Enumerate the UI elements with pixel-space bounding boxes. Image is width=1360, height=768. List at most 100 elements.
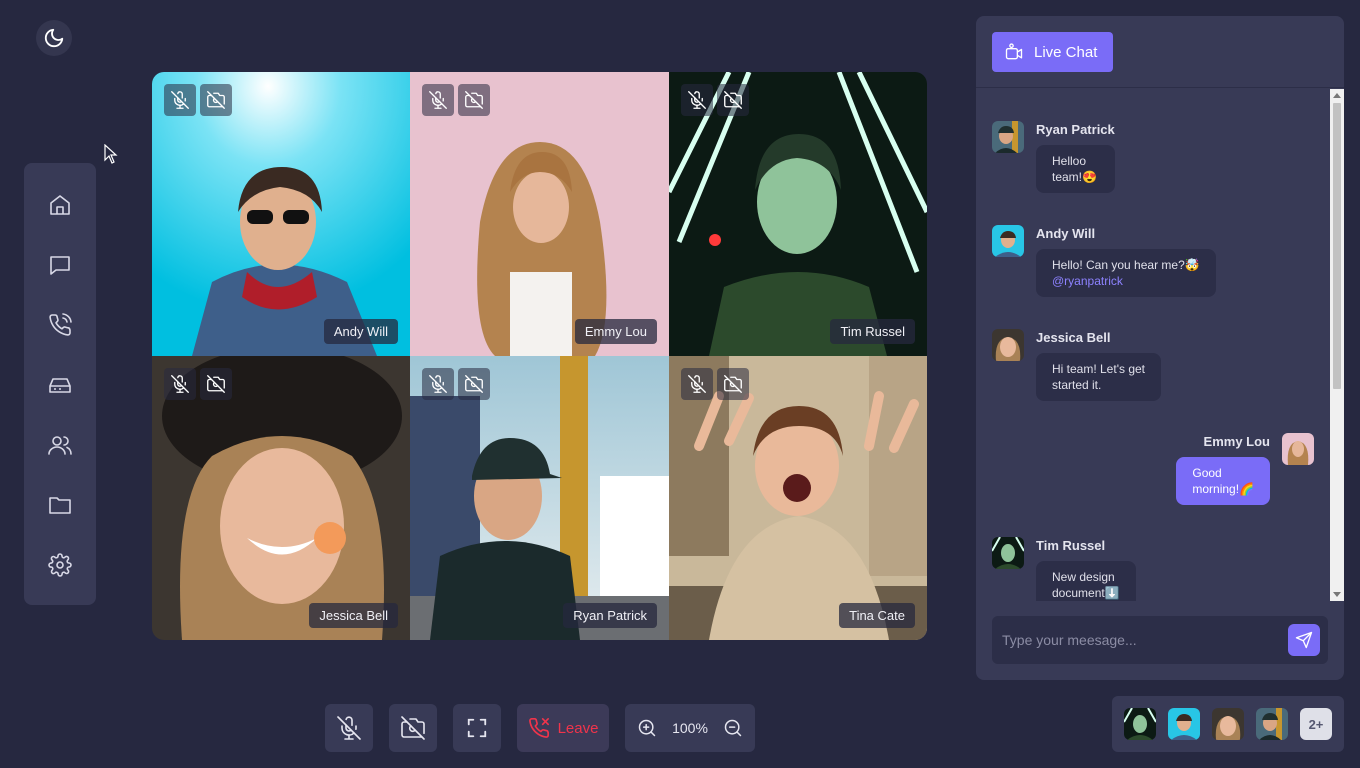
- camera-off-icon: [401, 716, 425, 740]
- video-tile-jessica-bell[interactable]: Jessica Bell: [152, 356, 410, 640]
- inbox-icon: [49, 377, 71, 393]
- fullscreen-button[interactable]: [453, 704, 501, 752]
- camera-off-icon: [465, 91, 483, 109]
- leave-label: Leave: [557, 719, 599, 737]
- zoom-out-button[interactable]: [723, 718, 743, 738]
- more-participants-badge[interactable]: 2+: [1300, 708, 1332, 740]
- mute-mic-button[interactable]: [164, 84, 196, 116]
- avatar: [992, 537, 1024, 569]
- camera-off-icon: [724, 91, 742, 109]
- video-tile-emmy-lou[interactable]: Emmy Lou: [410, 72, 669, 356]
- message-bubble: Hi team! Let's get started it.: [1036, 353, 1161, 401]
- avatar: [992, 329, 1024, 361]
- chat-scrollbar[interactable]: [1330, 89, 1344, 601]
- video-tile-ryan-patrick[interactable]: Ryan Patrick: [410, 356, 669, 640]
- chat-message: Andy Will Hello! Can you hear me?🤯 @ryan…: [992, 225, 1216, 297]
- theme-toggle-button[interactable]: [36, 20, 72, 56]
- chat-panel: Live Chat Ryan Patrick Helloo team!😍 And…: [976, 16, 1344, 680]
- video-tile-andy-will[interactable]: Andy Will: [152, 72, 410, 356]
- user-mention[interactable]: @ryanpatrick: [1052, 273, 1200, 289]
- chat-messages[interactable]: Ryan Patrick Helloo team!😍 Andy Will Hel…: [976, 89, 1344, 601]
- sidebar-item-storage[interactable]: [40, 365, 80, 404]
- avatar: [992, 225, 1024, 257]
- participants-strip: 2+: [1112, 696, 1344, 752]
- users-icon: [48, 435, 72, 455]
- zoom-out-icon: [724, 719, 742, 737]
- video-tile-tim-russel[interactable]: Tim Russel: [669, 72, 927, 356]
- participant-avatar[interactable]: [1212, 708, 1244, 740]
- camera-off-button[interactable]: [458, 84, 490, 116]
- camera-off-button[interactable]: [717, 368, 749, 400]
- chat-message: Ryan Patrick Helloo team!😍: [992, 121, 1115, 193]
- mute-mic-button[interactable]: [422, 84, 454, 116]
- camera-off-icon: [724, 375, 742, 393]
- sidebar-item-messages[interactable]: [40, 245, 80, 284]
- mute-mic-button[interactable]: [681, 368, 713, 400]
- chat-message-self: Emmy Lou Good morning!🌈: [1176, 433, 1314, 505]
- sidebar-item-files[interactable]: [40, 485, 80, 524]
- home-icon: [50, 194, 70, 215]
- sidebar-item-calls[interactable]: [40, 305, 80, 344]
- participant-name-tag: Emmy Lou: [574, 319, 657, 344]
- sidebar-item-settings[interactable]: [40, 545, 80, 584]
- mouse-cursor-icon: [104, 144, 118, 164]
- camera-off-button[interactable]: [717, 84, 749, 116]
- video-tile-tina-cate[interactable]: Tina Cate: [669, 356, 927, 640]
- fullscreen-icon: [467, 718, 487, 738]
- live-chat-label: Live Chat: [1034, 43, 1098, 61]
- participant-name-tag: Ryan Patrick: [563, 603, 657, 628]
- zoom-control: 100%: [625, 704, 755, 752]
- camera-off-icon: [207, 375, 225, 393]
- participant-avatar[interactable]: [1168, 708, 1200, 740]
- scroll-up-arrow-icon[interactable]: [1333, 93, 1341, 98]
- participant-avatar[interactable]: [1256, 708, 1288, 740]
- avatar: [1282, 433, 1314, 465]
- toggle-camera-button[interactable]: [389, 704, 437, 752]
- call-controls: Leave 100%: [325, 704, 755, 752]
- message-author: Tim Russel: [1036, 538, 1106, 553]
- chat-message: Jessica Bell Hi team! Let's get started …: [992, 329, 1161, 401]
- scroll-down-arrow-icon[interactable]: [1333, 592, 1341, 597]
- camera-off-button[interactable]: [200, 368, 232, 400]
- mic-off-icon: [429, 375, 447, 393]
- message-icon: [50, 255, 70, 275]
- camera-off-icon: [465, 375, 483, 393]
- scroll-thumb[interactable]: [1333, 103, 1341, 389]
- zoom-level: 100%: [672, 720, 708, 736]
- chat-header: Live Chat: [976, 16, 1344, 88]
- message-bubble: Good morning!🌈: [1176, 457, 1270, 505]
- folder-icon: [49, 496, 71, 514]
- chat-message: Tim Russel New design document⬇️: [992, 537, 1136, 601]
- avatar: [992, 121, 1024, 153]
- participant-avatar[interactable]: [1124, 708, 1156, 740]
- camera-off-button[interactable]: [458, 368, 490, 400]
- message-input[interactable]: [1002, 632, 1288, 648]
- send-button[interactable]: [1288, 624, 1320, 656]
- moon-icon: [44, 28, 64, 48]
- mic-off-icon: [429, 91, 447, 109]
- message-bubble: Hello! Can you hear me?🤯 @ryanpatrick: [1036, 249, 1216, 297]
- leave-call-button[interactable]: Leave: [517, 704, 609, 752]
- participant-name-tag: Tim Russel: [830, 319, 915, 344]
- zoom-in-icon: [638, 719, 656, 737]
- mute-mic-button[interactable]: [164, 368, 196, 400]
- toggle-mic-button[interactable]: [325, 704, 373, 752]
- message-bubble: New design document⬇️: [1036, 561, 1136, 601]
- mic-off-icon: [171, 375, 189, 393]
- sidebar-item-home[interactable]: [40, 185, 80, 224]
- chat-input-bar: [992, 616, 1328, 664]
- send-icon: [1295, 631, 1313, 649]
- phone-call-icon: [49, 312, 72, 336]
- zoom-in-button[interactable]: [637, 718, 657, 738]
- video-grid: Andy Will Emmy Lou Tim Russel Jessica Be…: [152, 72, 927, 640]
- sidebar-item-contacts[interactable]: [40, 425, 80, 464]
- message-author: Andy Will: [1036, 226, 1096, 241]
- mute-mic-button[interactable]: [681, 84, 713, 116]
- mic-off-icon: [688, 375, 706, 393]
- sidebar: [24, 163, 96, 605]
- live-chat-button[interactable]: Live Chat: [992, 32, 1114, 72]
- mute-mic-button[interactable]: [422, 368, 454, 400]
- phone-hangup-icon: [528, 718, 549, 738]
- participant-name-tag: Andy Will: [323, 319, 398, 344]
- camera-off-button[interactable]: [200, 84, 232, 116]
